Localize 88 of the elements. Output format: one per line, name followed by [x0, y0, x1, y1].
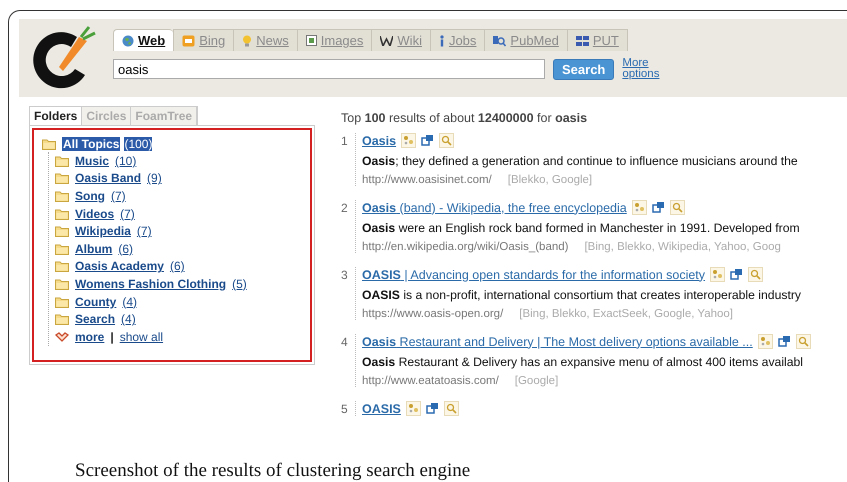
result-url: http://en.wikipedia.org/wiki/Oasis_(band) [362, 241, 568, 253]
result-sources: [Bing, Blekko, Wikipedia, Yahoo, Goog [584, 241, 781, 253]
folder-icon [55, 313, 69, 326]
result-number: 2 [341, 200, 349, 217]
magnifier-icon [493, 34, 506, 46]
topic-count: (7) [136, 224, 152, 238]
result-number: 4 [341, 334, 349, 351]
result-sources: [Bing, Blekko, ExactSeek, Google, Yahoo] [519, 308, 733, 320]
cluster-icon[interactable] [401, 133, 416, 148]
result-snippet: Oasis were an English rock band formed in Manchester in 1991. Developed from [362, 221, 800, 235]
result-title-link[interactable]: OASIS [362, 402, 401, 416]
cluster-icon[interactable] [710, 267, 726, 282]
show-all-link[interactable]: show all [120, 330, 164, 344]
result-sources: [Blekko, Google] [508, 174, 592, 186]
search-field[interactable]: oasis [113, 59, 545, 79]
bulb-icon [242, 34, 252, 46]
tree-item[interactable]: Search [75, 312, 116, 326]
tree-item[interactable]: County [75, 294, 116, 309]
search-icon[interactable] [748, 267, 764, 282]
globe-icon [122, 34, 134, 46]
topic-count: (10) [115, 154, 136, 168]
topic-count: (100) [124, 137, 152, 151]
tree-item[interactable]: Music [75, 154, 110, 168]
cluster-icon[interactable] [758, 334, 773, 349]
tree-item[interactable]: Song [75, 188, 105, 203]
search-icon[interactable] [670, 200, 685, 215]
result-url: http://www.oasisinet.com/ [362, 174, 492, 186]
info-icon [438, 34, 445, 46]
tree-item[interactable]: Oasis Academy [75, 259, 164, 274]
topic-count: (6) [118, 242, 134, 256]
cluster-icon[interactable] [632, 200, 647, 215]
folder-icon [55, 208, 69, 220]
square-icon [182, 34, 196, 46]
folder-icon [55, 242, 69, 255]
result-title-link[interactable]: Oasis (band) - Wikipedia, the free encyclopedia [362, 200, 627, 214]
result-sources: [Google] [514, 375, 558, 387]
more-options-link[interactable]: More options [622, 58, 672, 80]
result-number: 1 [341, 133, 349, 150]
folder-icon [55, 172, 69, 184]
result-url: https://www.oasis-open.org/ [362, 308, 504, 320]
topic-count: (4) [121, 312, 136, 326]
diamond-arrow-icon [55, 332, 69, 342]
result-title-link[interactable]: Oasis [362, 134, 396, 148]
topic-count: (4) [122, 294, 137, 309]
folder-icon [42, 138, 56, 150]
separator: | [110, 330, 114, 344]
view-tab[interactable]: Folders [29, 106, 82, 125]
w-letter-icon [380, 36, 394, 46]
results-summary: Top 100 results of about 12400000 for oasis [341, 111, 588, 125]
search-icon[interactable] [796, 334, 811, 349]
topic-count: (6) [170, 259, 185, 274]
result-number: 5 [341, 401, 349, 416]
search-tab[interactable]: Web [113, 29, 174, 51]
image-icon [306, 35, 317, 46]
result-snippet: Oasis Restaurant & Delivery has an expansive menu of almost 400 items availabl [362, 355, 804, 369]
search-icon[interactable] [439, 133, 454, 148]
result-number: 3 [341, 267, 349, 284]
result-snippet: OASIS is a non-profit, international consortium that creates interoperable industry [362, 288, 801, 302]
tree-item[interactable]: All Topics [62, 137, 120, 151]
topic-count: (5) [232, 276, 247, 291]
folder-icon [55, 190, 69, 202]
topic-count: (7) [120, 206, 135, 221]
folder-icon [55, 260, 69, 272]
folder-icon [55, 225, 69, 238]
new-window-icon[interactable] [778, 335, 791, 348]
search-icon[interactable] [444, 401, 459, 416]
tree-item[interactable]: Oasis Band [75, 171, 142, 186]
result-snippet: Oasis; they defined a generation and continue to influence musicians around the [362, 154, 798, 168]
folder-icon [55, 154, 69, 167]
new-window-icon[interactable] [421, 134, 434, 147]
result-url: http://www.eatatoasis.com/ [362, 375, 499, 387]
tree-item[interactable]: Wikipedia [75, 224, 131, 238]
result-title-link[interactable]: OASIS | Advancing open standards for the information society [362, 268, 706, 282]
tree-item[interactable]: Videos [75, 206, 114, 221]
tree-item[interactable]: Album [75, 242, 112, 256]
figure-caption: Screenshot of the results of clustering search engine [74, 459, 472, 482]
result-title-link[interactable]: Oasis Restaurant and Delivery | The Most delivery options available ... [362, 334, 753, 348]
more-link[interactable]: more [75, 330, 104, 344]
grid-icon [576, 36, 589, 46]
folder-icon [55, 278, 69, 290]
new-window-icon[interactable] [426, 402, 439, 415]
new-window-icon[interactable] [730, 268, 744, 281]
cluster-icon[interactable] [406, 401, 421, 416]
topic-count: (9) [147, 171, 162, 186]
folder-icon [55, 296, 69, 308]
tree-item[interactable]: Womens Fashion Clothing [75, 276, 226, 291]
topic-count: (7) [111, 188, 126, 203]
new-window-icon[interactable] [652, 201, 665, 214]
